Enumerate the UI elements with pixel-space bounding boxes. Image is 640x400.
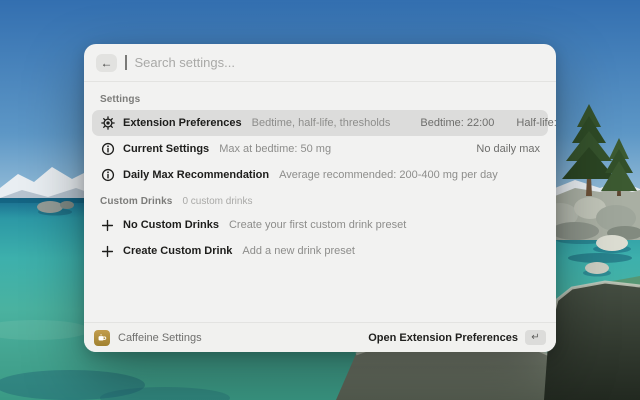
item-subtitle: Max at bedtime: 50 mg (219, 143, 331, 155)
section-header-custom-drinks: Custom Drinks 0 custom drinks (92, 188, 548, 212)
enter-key-icon: ↵ (525, 330, 546, 345)
caffeine-app-icon (94, 330, 110, 346)
info-icon (100, 142, 115, 157)
list-item-create-custom-drink[interactable]: Create Custom Drink Add a new drink pres… (92, 238, 548, 264)
list-item-daily-max-recommendation[interactable]: Daily Max Recommendation Average recomme… (92, 162, 548, 188)
launcher-window: ← Settings Extension Preferences Bedtime… (84, 44, 556, 352)
plus-icon (100, 218, 115, 233)
plus-icon (100, 244, 115, 259)
command-name-label: Caffeine Settings (118, 332, 202, 344)
section-subtitle: 0 custom drinks (182, 196, 252, 207)
item-title: Create Custom Drink (123, 245, 232, 257)
section-header-settings: Settings (92, 86, 548, 110)
section-title: Settings (100, 94, 140, 105)
text-caret (125, 55, 127, 70)
item-subtitle: Bedtime, half-life, thresholds (252, 117, 391, 129)
primary-action-label: Open Extension Preferences (368, 332, 518, 344)
results-list: Settings Extension Preferences Bedtime, … (84, 82, 556, 322)
item-subtitle: Create your first custom drink preset (229, 219, 406, 231)
item-accessory: Bedtime: 22:00 (420, 117, 494, 129)
list-item-extension-preferences[interactable]: Extension Preferences Bedtime, half-life… (92, 110, 548, 136)
item-subtitle: Average recommended: 200-400 mg per day (279, 169, 498, 181)
item-subtitle: Add a new drink preset (242, 245, 355, 257)
item-title: Current Settings (123, 143, 209, 155)
item-accessory: Half-life: 5h (516, 117, 556, 129)
desktop: ← Settings Extension Preferences Bedtime… (0, 0, 640, 400)
status-bar: Caffeine Settings Open Extension Prefere… (84, 322, 556, 352)
search-input[interactable] (135, 55, 545, 70)
back-button[interactable]: ← (96, 54, 117, 72)
list-item-no-custom-drinks[interactable]: No Custom Drinks Create your first custo… (92, 212, 548, 238)
search-bar: ← (84, 44, 556, 82)
item-title: No Custom Drinks (123, 219, 219, 231)
section-title: Custom Drinks (100, 196, 172, 207)
gear-icon (100, 116, 115, 131)
item-title: Extension Preferences (123, 117, 242, 129)
open-extension-preferences-button[interactable]: Open Extension Preferences ↵ (368, 330, 546, 345)
info-icon (100, 168, 115, 183)
item-title: Daily Max Recommendation (123, 169, 269, 181)
arrow-left-icon: ← (101, 57, 113, 69)
item-accessory: No daily max (476, 143, 540, 155)
list-item-current-settings[interactable]: Current Settings Max at bedtime: 50 mg N… (92, 136, 548, 162)
